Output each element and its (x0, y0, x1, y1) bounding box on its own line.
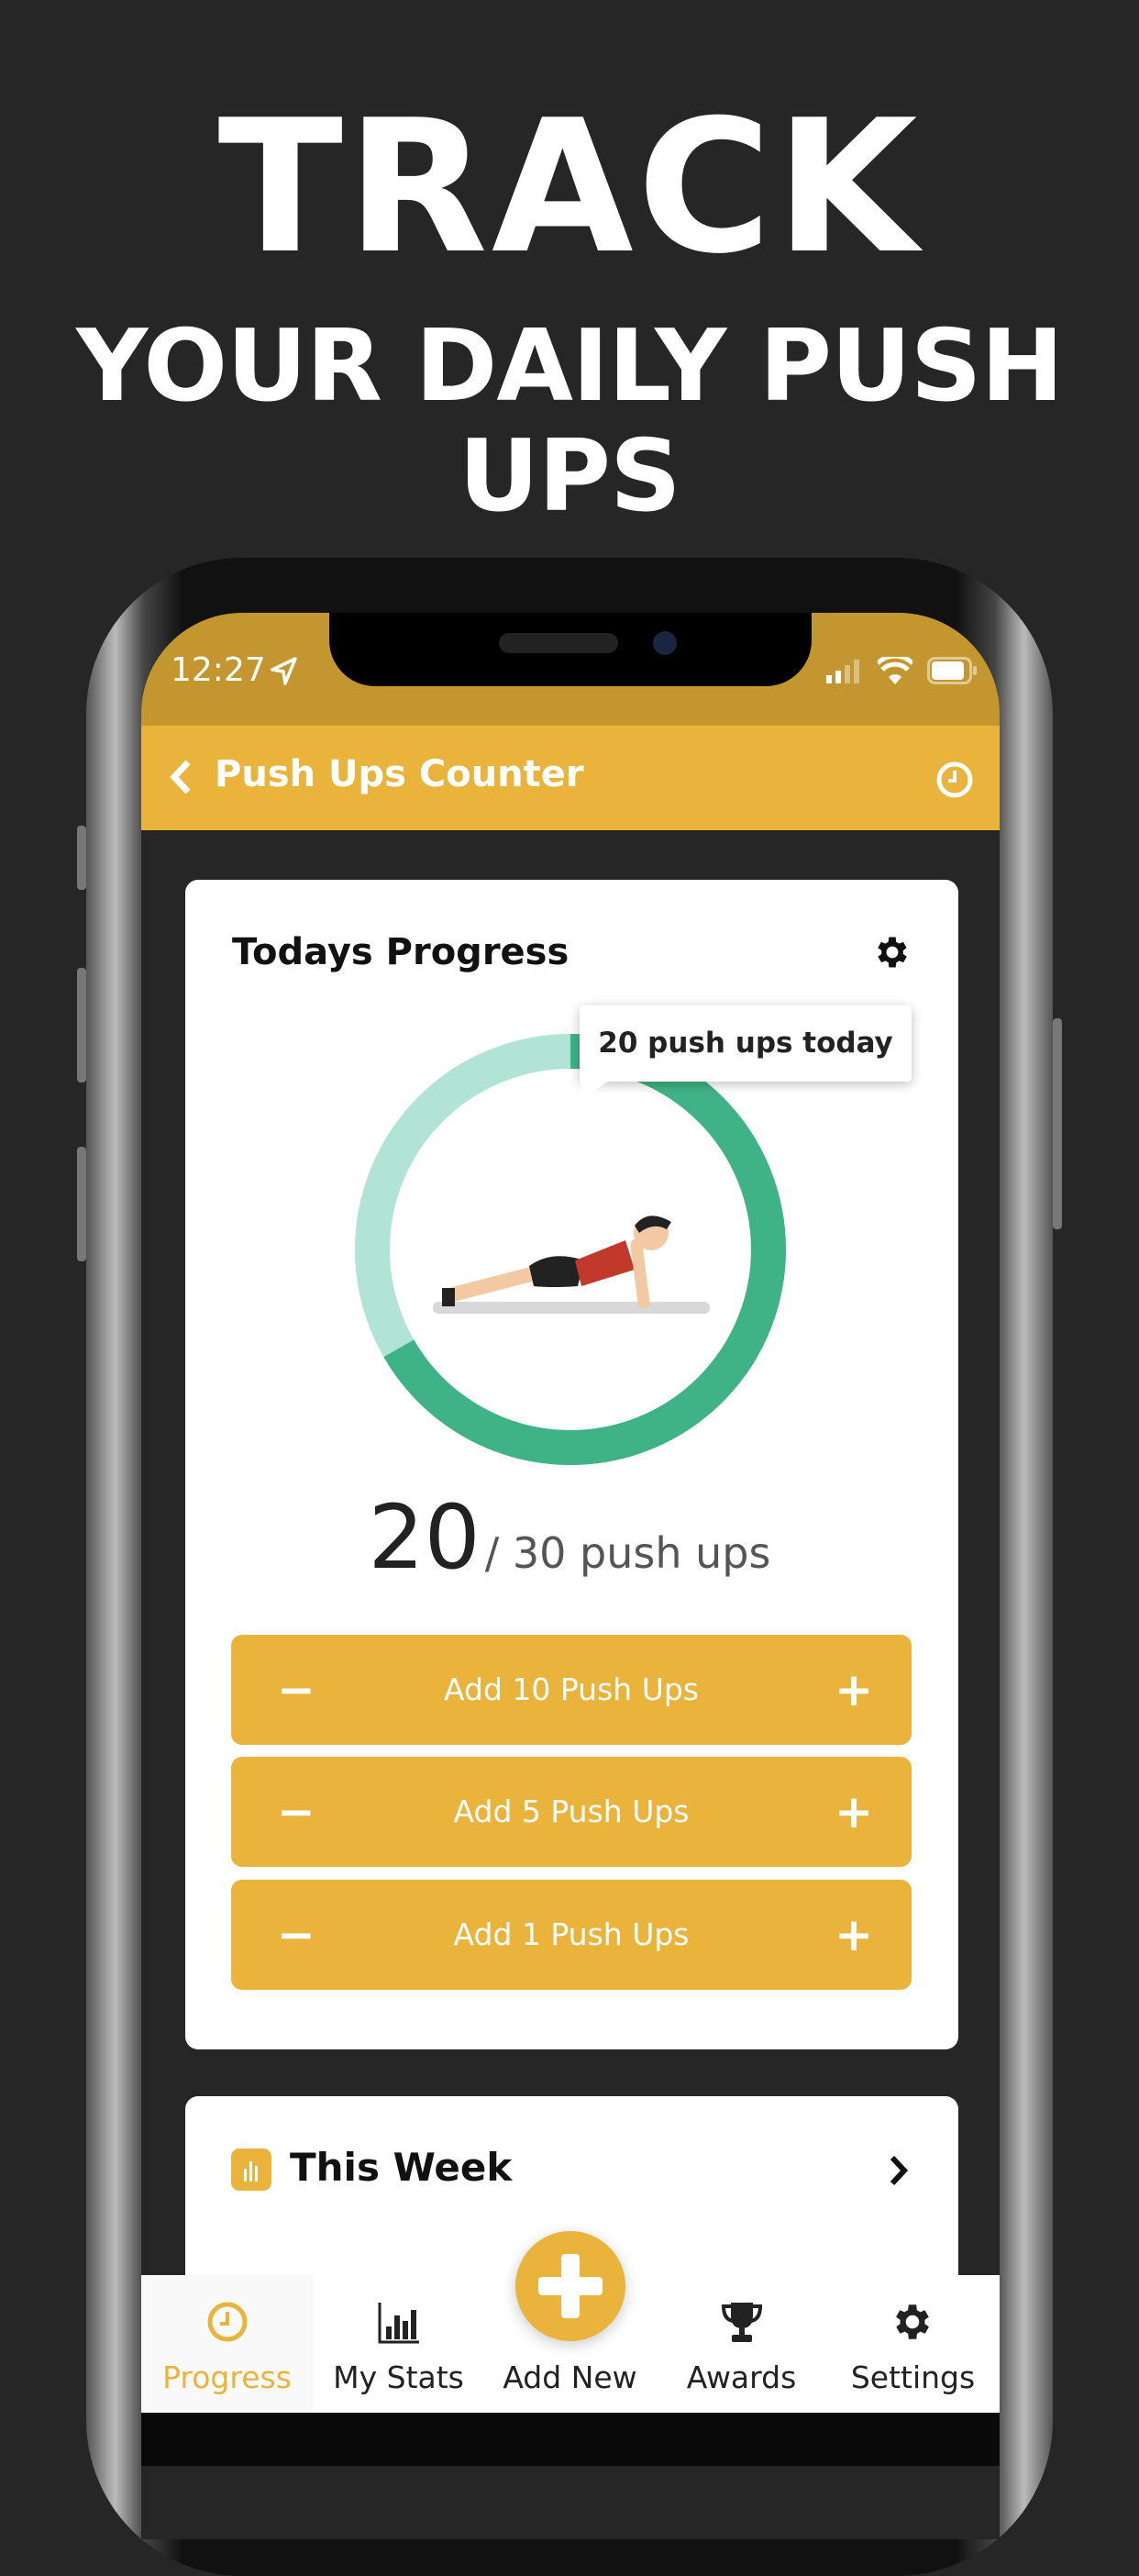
add-5-label[interactable]: Add 5 Push Ups (454, 1793, 690, 1829)
tab-label: Settings (850, 2359, 976, 2395)
headline-title: TRACK (217, 81, 922, 294)
nav-bar: Push Ups Counter (141, 726, 1000, 830)
current-count: 20 (368, 1486, 481, 1589)
clock-icon (207, 2302, 248, 2342)
notch (329, 613, 812, 686)
headline-subtitle: YOUR DAILY PUSH UPS (76, 309, 1064, 534)
phone-side-button (1053, 1018, 1062, 1229)
plus-10-button[interactable]: + (835, 1635, 873, 1745)
pushup-person-illustration (433, 1216, 710, 1314)
phone-side-button (77, 968, 86, 1083)
add-new-button[interactable] (515, 2231, 625, 2341)
card-title: Todays Progress (232, 931, 570, 973)
add-10-row: − Add 10 Push Ups + (231, 1635, 912, 1745)
back-icon[interactable] (169, 759, 193, 795)
bar-chart-icon (378, 2303, 419, 2344)
tooltip-pointer (580, 1080, 611, 1098)
history-clock-icon[interactable] (935, 761, 974, 799)
tab-settings[interactable]: Settings (827, 2275, 999, 2413)
signal-icon (826, 660, 859, 683)
add-1-label[interactable]: Add 1 Push Ups (454, 1916, 690, 1952)
tab-progress[interactable]: Progress (141, 2275, 313, 2413)
location-arrow-icon (271, 657, 297, 685)
tab-awards[interactable]: Awards (656, 2275, 827, 2413)
status-time: 12:27 (171, 651, 266, 689)
tab-label: Progress (162, 2359, 292, 2395)
minus-1-button[interactable]: − (277, 1880, 315, 1990)
plus-1-button[interactable]: + (835, 1880, 873, 1990)
week-card-title: This Week (290, 2145, 513, 2190)
add-5-row: − Add 5 Push Ups + (231, 1757, 912, 1867)
tab-label: Awards (686, 2359, 797, 2395)
minus-10-button[interactable]: − (277, 1635, 315, 1745)
trophy-icon (721, 2303, 763, 2342)
phone-side-button (77, 1147, 86, 1261)
gear-icon[interactable] (872, 932, 912, 972)
speaker (499, 633, 618, 653)
nav-title: Push Ups Counter (215, 753, 584, 795)
phone-side-button (77, 826, 86, 890)
progress-tooltip: 20 push ups today (580, 1005, 912, 1082)
home-indicator-area (141, 2413, 1000, 2466)
add-10-label[interactable]: Add 10 Push Ups (444, 1671, 699, 1707)
plus-5-button[interactable]: + (835, 1757, 873, 1867)
tab-my-stats[interactable]: My Stats (313, 2275, 484, 2413)
minus-5-button[interactable]: − (277, 1757, 315, 1867)
gear-icon (896, 2304, 929, 2339)
add-1-row: − Add 1 Push Ups + (231, 1880, 912, 1990)
tab-label: My Stats (333, 2359, 464, 2395)
camera (653, 631, 677, 655)
tab-label: Add New (503, 2359, 637, 2395)
wifi-icon (878, 657, 912, 684)
progress-count: 20 / 30 push ups (0, 1486, 1139, 1589)
bar-chart-badge-icon (231, 2149, 271, 2191)
chevron-right-icon[interactable] (888, 2154, 910, 2187)
battery-icon (927, 657, 977, 684)
goal-text: / 30 push ups (484, 1528, 771, 1578)
progress-ring (355, 1034, 786, 1465)
